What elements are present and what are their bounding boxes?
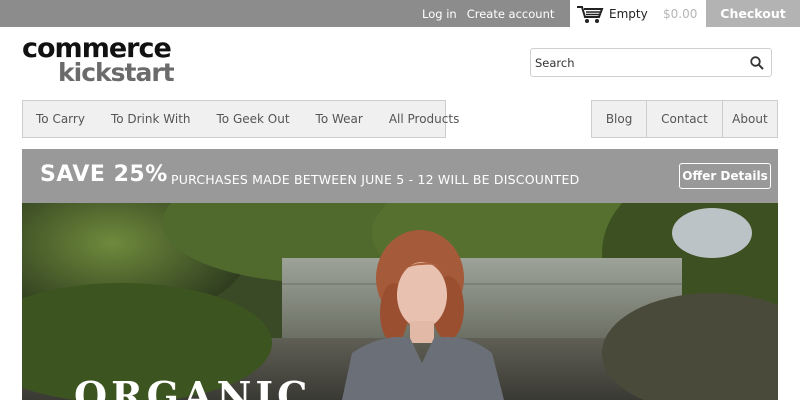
promo-title: SAVE 25%: [40, 162, 168, 187]
create-account-link[interactable]: Create account: [467, 7, 555, 21]
offer-details-button[interactable]: Offer Details: [679, 163, 771, 189]
search-input[interactable]: [535, 53, 740, 73]
nav-item-to-carry[interactable]: To Carry: [36, 112, 85, 126]
hero-banner[interactable]: ORGANIC: [22, 203, 778, 400]
nav-item-to-geek-out[interactable]: To Geek Out: [217, 112, 290, 126]
secondary-nav: Blog Contact About: [591, 100, 778, 138]
search-icon[interactable]: [749, 55, 765, 71]
nav-item-about[interactable]: About: [723, 112, 777, 126]
nav-item-all-products[interactable]: All Products: [389, 112, 460, 126]
cart-total: $0.00: [663, 6, 698, 21]
primary-nav: To Carry To Drink With To Geek Out To We…: [22, 100, 459, 138]
site-logo[interactable]: commerce kickstart: [22, 35, 182, 88]
checkout-button[interactable]: Checkout: [706, 0, 800, 27]
cart-summary[interactable]: Empty $0.00: [570, 0, 706, 27]
login-link[interactable]: Log in: [422, 7, 457, 21]
nav-item-to-drink-with[interactable]: To Drink With: [111, 112, 191, 126]
nav-item-to-wear[interactable]: To Wear: [316, 112, 363, 126]
hero-headline: ORGANIC: [74, 373, 312, 400]
promo-banner: SAVE 25% PURCHASES MADE BETWEEN JUNE 5 -…: [22, 149, 778, 203]
logo-line-2: kickstart: [58, 58, 175, 87]
nav-item-blog[interactable]: Blog: [592, 112, 646, 126]
search-box: [530, 48, 772, 77]
shopping-cart-icon[interactable]: [575, 3, 605, 25]
promo-description: PURCHASES MADE BETWEEN JUNE 5 - 12 WILL …: [171, 172, 580, 187]
hero-image: [22, 203, 778, 400]
nav-item-contact[interactable]: Contact: [646, 100, 723, 138]
top-bar: Log in Create account Empty $0.00 Checko…: [0, 0, 800, 27]
account-links: Log in Create account: [422, 0, 554, 27]
cart-status: Empty: [609, 6, 648, 21]
